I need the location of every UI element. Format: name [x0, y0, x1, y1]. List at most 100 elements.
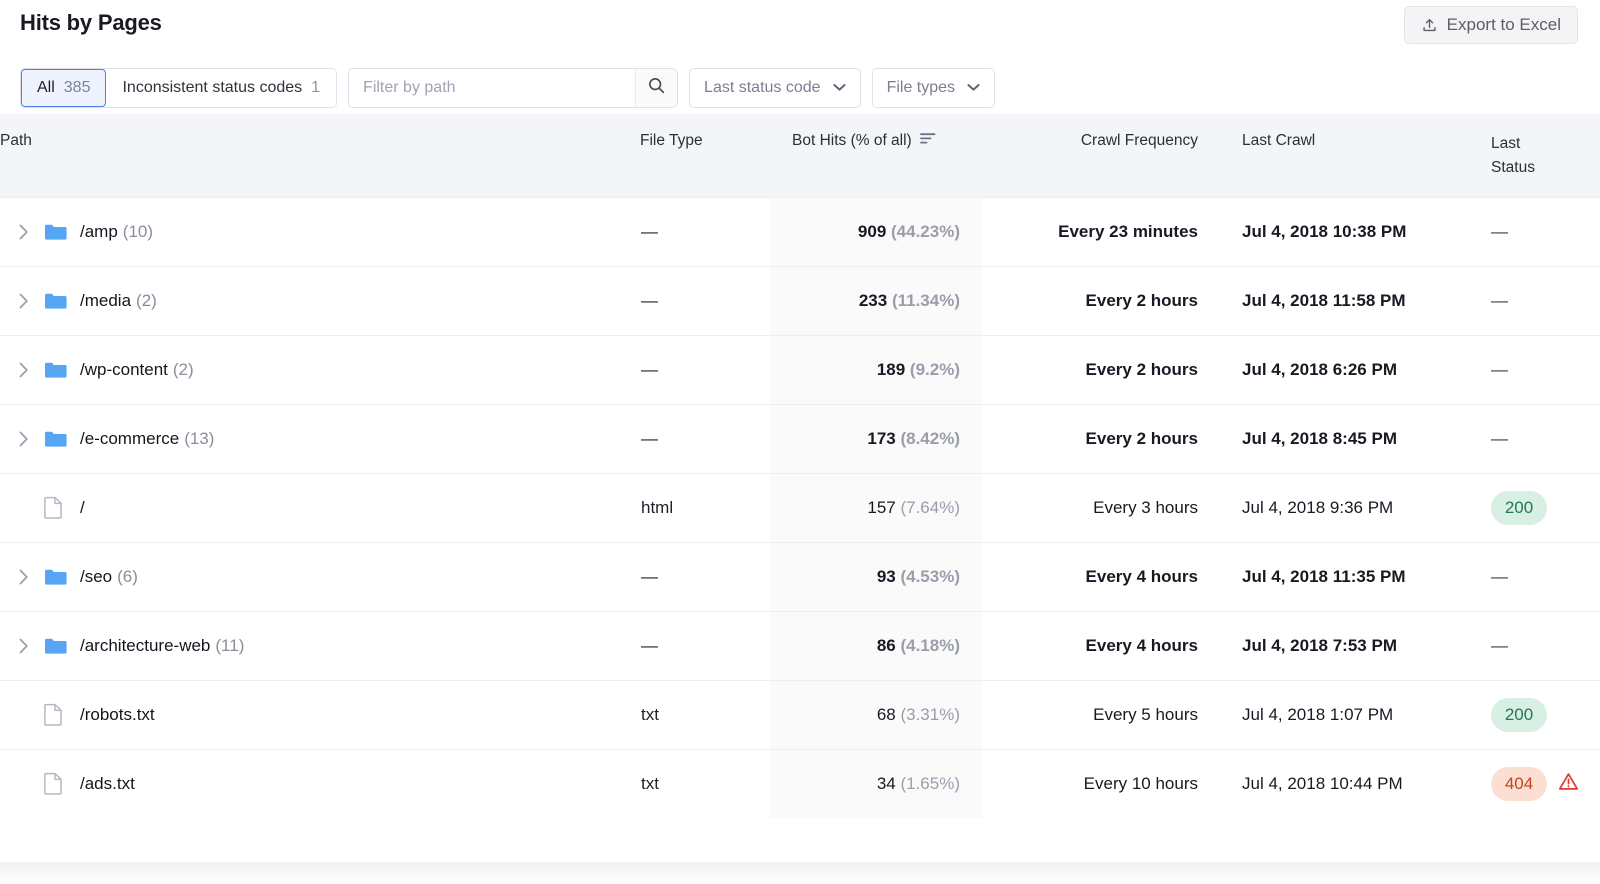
path-label: / [80, 498, 85, 518]
bot-hits-value: 909 [858, 222, 886, 241]
cell-crawl-frequency: Every 2 hours [982, 404, 1220, 473]
table-row[interactable]: /media (2) — 233 (11.34%) Every 2 hours … [0, 266, 1600, 335]
cell-last-status: — [1475, 404, 1600, 473]
table-row[interactable]: /amp (10) — 909 (44.23%) Every 23 minute… [0, 197, 1600, 266]
status-badge: 200 [1491, 491, 1547, 525]
expand-chevron-icon[interactable] [18, 430, 44, 448]
table-header-row: Path File Type Bot Hits (% of all) [0, 114, 1600, 197]
cell-last-crawl: Jul 4, 2018 9:36 PM [1220, 473, 1475, 542]
table-row[interactable]: /e-commerce (13) — 173 (8.42%) Every 2 h… [0, 404, 1600, 473]
column-header-bot-hits[interactable]: Bot Hits (% of all) [770, 114, 982, 197]
bot-hits-value: 189 [877, 360, 905, 379]
cell-file-type: html [640, 473, 770, 542]
status-dash: — [1491, 636, 1508, 655]
bot-hits-percent: (4.18%) [900, 636, 960, 655]
column-header-path[interactable]: Path [0, 114, 640, 197]
search-input[interactable] [349, 69, 635, 107]
column-header-crawl-frequency[interactable]: Crawl Frequency [982, 114, 1220, 197]
file-icon [44, 772, 80, 795]
chevron-down-icon [967, 79, 980, 97]
expand-chevron-icon[interactable] [18, 568, 44, 586]
table-row[interactable]: /seo (6) — 93 (4.53%) Every 4 hours Jul … [0, 542, 1600, 611]
hits-by-pages-table: Path File Type Bot Hits (% of all) [0, 114, 1600, 818]
tab-all[interactable]: All 385 [21, 69, 106, 107]
tab-inconsistent-label: Inconsistent status codes [122, 79, 302, 97]
folder-icon [44, 361, 80, 379]
cell-crawl-frequency: Every 2 hours [982, 335, 1220, 404]
bot-hits-percent: (9.2%) [910, 360, 960, 379]
path-children-count: (2) [173, 360, 194, 380]
bot-hits-value: 233 [859, 291, 887, 310]
status-badge: 200 [1491, 698, 1547, 732]
column-header-last-status[interactable]: Last Status [1475, 114, 1600, 197]
status-dash: — [1491, 291, 1508, 310]
cell-crawl-frequency: Every 4 hours [982, 611, 1220, 680]
export-to-excel-button[interactable]: Export to Excel [1404, 6, 1578, 44]
table-row[interactable]: /ads.txt txt 34 (1.65%) Every 10 hours J… [0, 749, 1600, 818]
table-row[interactable]: /architecture-web (11) — 86 (4.18%) Ever… [0, 611, 1600, 680]
path-label: /seo [80, 567, 112, 587]
cell-last-status: 404 [1475, 749, 1600, 818]
path-label: /ads.txt [80, 774, 135, 794]
column-header-crawl-frequency-label: Crawl Frequency [982, 132, 1220, 150]
cell-crawl-frequency: Every 5 hours [982, 680, 1220, 749]
cell-last-crawl: Jul 4, 2018 8:45 PM [1220, 404, 1475, 473]
bot-hits-percent: (8.42%) [900, 429, 960, 448]
tab-inconsistent-count: 1 [311, 79, 320, 97]
cell-path: /amp (10) [0, 197, 640, 266]
table-row[interactable]: /robots.txt txt 68 (3.31%) Every 5 hours… [0, 680, 1600, 749]
path-label: /architecture-web [80, 636, 210, 656]
expand-chevron-icon[interactable] [18, 637, 44, 655]
tab-all-label: All [37, 79, 55, 97]
path-label: /amp [80, 222, 118, 242]
bot-hits-value: 34 [877, 774, 896, 793]
cell-last-crawl: Jul 4, 2018 11:35 PM [1220, 542, 1475, 611]
cell-bot-hits: 157 (7.64%) [770, 473, 982, 542]
cell-bot-hits: 909 (44.23%) [770, 197, 982, 266]
sort-descending-icon[interactable] [920, 132, 936, 150]
bot-hits-value: 157 [867, 498, 895, 517]
cell-last-status: 200 [1475, 680, 1600, 749]
cell-file-type: txt [640, 680, 770, 749]
chevron-down-icon [833, 79, 846, 97]
cell-path: /e-commerce (13) [0, 404, 640, 473]
status-filter-segmented-control: All 385 Inconsistent status codes 1 [20, 68, 337, 108]
cell-bot-hits: 189 (9.2%) [770, 335, 982, 404]
file-types-dropdown[interactable]: File types [872, 68, 995, 108]
expand-chevron-icon[interactable] [18, 292, 44, 310]
search-button[interactable] [635, 69, 677, 107]
page-title: Hits by Pages [20, 10, 162, 36]
expand-chevron-icon[interactable] [18, 223, 44, 241]
cell-bot-hits: 233 (11.34%) [770, 266, 982, 335]
status-badge: 404 [1491, 767, 1547, 801]
column-header-last-crawl[interactable]: Last Crawl [1220, 114, 1475, 197]
cell-bot-hits: 173 (8.42%) [770, 404, 982, 473]
cell-path: /ads.txt [0, 749, 640, 818]
path-filter [348, 68, 678, 108]
folder-icon [44, 292, 80, 310]
table-row[interactable]: / html 157 (7.64%) Every 3 hours Jul 4, … [0, 473, 1600, 542]
cell-bot-hits: 93 (4.53%) [770, 542, 982, 611]
warning-icon[interactable] [1558, 772, 1579, 796]
folder-icon [44, 637, 80, 655]
last-status-code-dropdown[interactable]: Last status code [689, 68, 861, 108]
cell-crawl-frequency: Every 4 hours [982, 542, 1220, 611]
cell-last-crawl: Jul 4, 2018 1:07 PM [1220, 680, 1475, 749]
path-children-count: (13) [184, 429, 214, 449]
column-header-file-type[interactable]: File Type [640, 114, 770, 197]
cell-file-type: — [640, 266, 770, 335]
status-dash: — [1491, 360, 1508, 379]
bot-hits-value: 68 [877, 705, 896, 724]
expand-chevron-icon[interactable] [18, 361, 44, 379]
path-children-count: (11) [215, 636, 244, 656]
tab-inconsistent-status-codes[interactable]: Inconsistent status codes 1 [106, 69, 336, 107]
table-row[interactable]: /wp-content (2) — 189 (9.2%) Every 2 hou… [0, 335, 1600, 404]
cell-path: /seo (6) [0, 542, 640, 611]
cell-path: /architecture-web (11) [0, 611, 640, 680]
cell-last-status: — [1475, 335, 1600, 404]
path-label: /wp-content [80, 360, 168, 380]
column-header-file-type-label: File Type [640, 132, 770, 150]
cell-file-type: — [640, 542, 770, 611]
bot-hits-percent: (4.53%) [900, 567, 960, 586]
cell-crawl-frequency: Every 2 hours [982, 266, 1220, 335]
